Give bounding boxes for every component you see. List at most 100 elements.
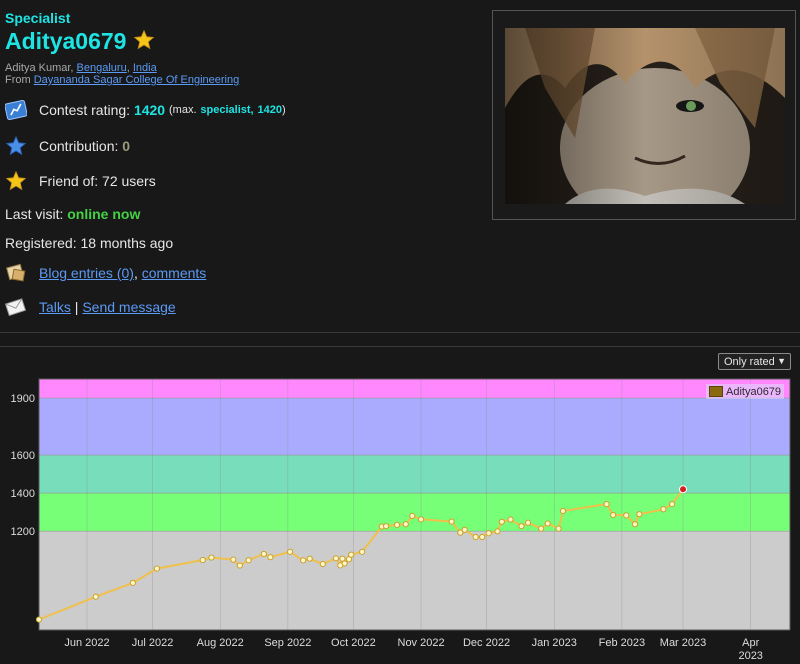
section-divider [0, 332, 800, 333]
friends-row: Friend of: 72 users [5, 170, 156, 192]
user-handle[interactable]: Aditya0679 [5, 28, 126, 55]
data-point [260, 550, 267, 558]
data-point [359, 548, 366, 555]
country-link[interactable]: India [133, 62, 157, 74]
data-point [199, 556, 206, 564]
chart-legend: Aditya0679 [706, 384, 785, 399]
data-point [153, 565, 160, 572]
last-visit-value: online now [67, 206, 141, 222]
rating-filter-select[interactable]: Only rated ▼ [718, 353, 791, 370]
data-point [383, 523, 390, 530]
data-point [538, 525, 545, 532]
x-tick-label: Jul 2022 [132, 637, 174, 649]
data-point [319, 560, 326, 568]
data-point [603, 501, 610, 508]
blog-row: Blog entries (0), comments [5, 262, 206, 284]
data-point [485, 530, 492, 537]
data-point [448, 518, 455, 525]
organization-link[interactable]: Dayananda Sagar College Of Engineering [34, 74, 239, 86]
x-tick-label: Sep 2022 [264, 637, 311, 649]
blog-entries-link[interactable]: Blog entries (0) [39, 265, 134, 281]
last-visit-label: Last visit: [5, 206, 64, 222]
y-tick-label: 1600 [11, 450, 35, 462]
last-visit-row: Last visit: online now [5, 206, 140, 222]
data-point [393, 521, 401, 528]
blue-star-icon [5, 135, 27, 157]
contribution-row: Contribution: 0 [5, 135, 130, 157]
rating-band [39, 379, 790, 399]
talks-link[interactable]: Talks [39, 299, 71, 315]
rating-band [39, 531, 790, 630]
contest-rating-row: Contest rating: 1420 (max. specialist, 1… [5, 99, 286, 121]
data-point [559, 507, 567, 515]
avatar-frame [492, 10, 796, 220]
x-tick-label: Dec 2022 [463, 637, 510, 649]
data-point [623, 512, 630, 519]
avatar [505, 28, 785, 204]
data-point [409, 512, 416, 520]
comments-link[interactable]: comments [142, 265, 207, 281]
data-point [348, 551, 355, 558]
from-label: From [5, 74, 31, 86]
data-point [417, 516, 425, 523]
data-point [332, 555, 340, 562]
data-point [472, 533, 479, 541]
data-point [461, 526, 468, 533]
x-tick-label: Nov 2022 [398, 637, 445, 649]
y-tick-label: 1200 [11, 526, 35, 538]
data-point [286, 548, 294, 555]
data-point [679, 485, 688, 494]
rating-chart-icon [5, 99, 27, 121]
data-point [267, 554, 274, 561]
data-point [636, 511, 643, 518]
real-name: Aditya Kumar [5, 62, 71, 74]
data-point [518, 523, 525, 530]
data-point [524, 519, 532, 526]
data-point [631, 521, 639, 528]
max-rating: 1420 [257, 104, 282, 116]
contribution-value: 0 [122, 138, 131, 154]
x-tick-label: Aug 2022 [197, 637, 244, 649]
x-tick-label: Jun 2022 [64, 637, 109, 649]
data-point [236, 562, 243, 569]
max-prefix: (max. [169, 104, 197, 116]
x-tick-label: Oct 2022 [331, 637, 376, 649]
data-point [555, 525, 562, 532]
chevron-down-icon: ▼ [777, 356, 786, 366]
blog-icon [5, 262, 27, 284]
contest-rating-label: Contest rating: [39, 102, 131, 118]
data-point [507, 516, 514, 523]
x-tick-label: Mar 2023 [660, 637, 706, 649]
user-location: Aditya Kumar, Bengaluru, India [5, 62, 157, 74]
contribution-label: Contribution: [39, 138, 119, 154]
max-suffix: ) [281, 104, 286, 116]
x-tick-label: Jan 2023 [532, 637, 577, 649]
data-point [245, 557, 252, 564]
data-point [230, 556, 237, 563]
data-point [306, 555, 313, 562]
avatar-illustration [505, 28, 785, 204]
data-point [669, 501, 676, 508]
rating-band [39, 493, 790, 532]
star-icon [133, 29, 155, 56]
legend-label: Aditya0679 [726, 385, 782, 398]
city-link[interactable]: Bengaluru [77, 62, 127, 74]
contest-rating-value: 1420 [133, 102, 166, 118]
registered-text: Registered: 18 months ago [5, 235, 174, 251]
data-point [479, 533, 486, 541]
data-point [498, 518, 505, 525]
rating-filter-value: Only rated [724, 355, 775, 368]
x-tick-label: Feb 2023 [599, 637, 645, 649]
data-point [544, 520, 551, 527]
data-point [35, 616, 43, 623]
data-point [660, 506, 667, 513]
y-tick-label: 1900 [11, 393, 35, 405]
envelope-icon [5, 296, 27, 318]
profile-section: Specialist Aditya0679 Aditya Kumar, Beng… [0, 0, 800, 333]
send-message-link[interactable]: Send message [82, 299, 175, 315]
handle-row: Aditya0679 [5, 27, 155, 56]
data-point [300, 557, 307, 564]
data-point [208, 554, 215, 561]
legend-swatch [709, 386, 723, 397]
gold-star-icon [5, 170, 27, 192]
